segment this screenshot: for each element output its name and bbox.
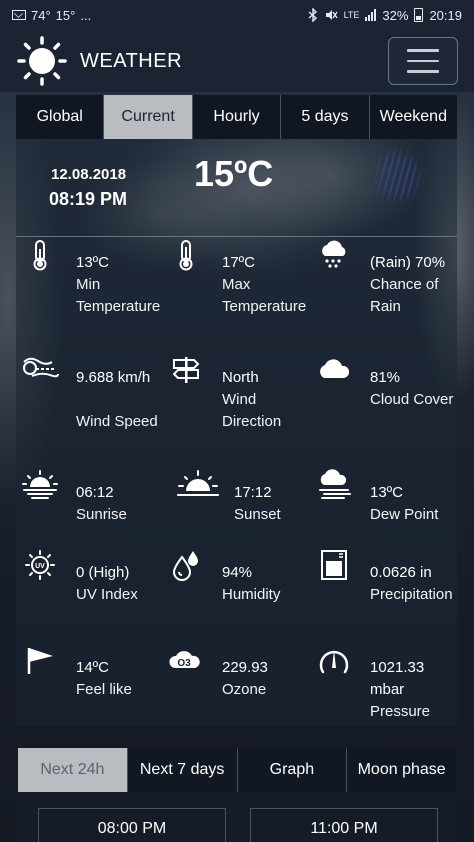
app-title: WEATHER (80, 49, 183, 72)
menu-bar (407, 70, 439, 73)
metric-pressure: 1021.33 mbar Pressure (314, 643, 454, 743)
bottom-tabs: Next 24h Next 7 days Graph Moon phase (18, 748, 456, 792)
menu-bar (407, 49, 439, 52)
tab-hourly[interactable]: Hourly (193, 95, 282, 139)
metric-wind-speed: 9.688 km/h Wind Speed (20, 353, 160, 453)
metric-value: 229.93 (222, 659, 268, 676)
hamburger-menu-button[interactable] (388, 37, 458, 85)
metric-value: 17:12 (234, 484, 272, 501)
metric-label: Dew Point (370, 506, 439, 523)
metric-min-temperature: 13ºC Min Temperature (20, 238, 160, 338)
metric-value: 13ºC (370, 484, 403, 501)
signpost-icon (166, 353, 206, 387)
metric-value: North (222, 369, 259, 386)
metric-label: UV Index (76, 586, 138, 603)
metric-chance-of-rain: (Rain) 70% Chance of Rain (314, 238, 454, 338)
metric-value: 94% (222, 564, 253, 581)
top-tabs: Global Current Hourly 5 days Weekend (16, 95, 457, 139)
metric-label: Min Temperature (76, 276, 161, 315)
hourly-strip: 08:00 PM 11:00 PM (18, 792, 456, 842)
hour-time: 08:00 PM (97, 819, 167, 837)
ozone-icon: O3 (166, 643, 206, 677)
metric-precipitation: 0.0626 in Precipitation (314, 548, 454, 648)
metric-label: Precipitation (370, 586, 453, 603)
battery-icon (414, 8, 424, 22)
metric-label: Sunrise (76, 506, 127, 523)
menu-bar (407, 59, 439, 63)
metric-humidity: 94% Humidity (166, 548, 306, 648)
metric-value: 81% (370, 369, 401, 386)
current-header: 12.08.2018 08:19 PM 15ºC (16, 139, 457, 237)
current-time: 08:19 PM (49, 189, 128, 209)
mail-icon (12, 10, 26, 20)
fog-cloud-icon (314, 468, 354, 502)
cloud-icon (314, 353, 354, 387)
tab-current[interactable]: Current (104, 95, 193, 139)
battery-percent: 32% (382, 7, 409, 23)
tab-next-24h[interactable]: Next 24h (18, 748, 128, 792)
status-temp-2: 15° (55, 7, 76, 23)
uv-sun-icon: UV (20, 548, 60, 582)
current-temperature: 15ºC (194, 153, 274, 194)
metric-cloud-cover: 81% Cloud Cover (314, 353, 454, 453)
status-bar: 74° 15° ... LTE 32% 20:19 (0, 0, 474, 30)
svg-text:O3: O3 (177, 658, 191, 669)
metric-uv-index: UV 0 (High) UV Index (20, 548, 160, 648)
tab-weekend[interactable]: Weekend (370, 95, 457, 139)
current-date: 12.08.2018 (51, 166, 127, 183)
metric-label: Ozone (222, 681, 267, 698)
droplets-icon (166, 548, 206, 582)
metric-label: Wind Direction (222, 391, 282, 430)
flag-icon (20, 643, 60, 677)
signal-icon (365, 9, 377, 21)
metric-label: Cloud Cover (370, 391, 454, 408)
status-dots: ... (80, 7, 92, 23)
metric-label: Humidity (222, 586, 281, 603)
mute-icon (324, 8, 338, 22)
tab-5-days[interactable]: 5 days (281, 95, 370, 139)
sunrise-icon (20, 468, 60, 502)
metric-value: 0 (High) (76, 564, 130, 581)
metric-value: 06:12 (76, 484, 114, 501)
metric-value: 17ºC (222, 254, 255, 271)
metric-value: 9.688 km/h (76, 369, 151, 386)
thermometer-icon (166, 238, 206, 272)
metric-ozone: O3 229.93 Ozone (166, 643, 306, 743)
wind-icon (20, 353, 60, 387)
tab-moon-phase[interactable]: Moon phase (347, 748, 456, 792)
metric-value: (Rain) 70% (370, 254, 446, 271)
hour-card[interactable]: 08:00 PM (38, 808, 226, 842)
metric-label: Feel like (76, 681, 132, 698)
tab-graph[interactable]: Graph (238, 748, 348, 792)
metric-value: 0.0626 in (370, 564, 432, 581)
network-type: LTE (343, 9, 360, 20)
hour-card[interactable]: 11:00 PM (250, 808, 438, 842)
metric-label: Pressure (370, 703, 431, 720)
metric-label: Max Temperature (222, 276, 307, 315)
gauge-icon (314, 643, 354, 677)
metric-value: 14ºC (76, 659, 109, 676)
hour-time: 11:00 PM (310, 819, 378, 837)
status-time: 20:19 (429, 7, 462, 23)
tab-global[interactable]: Global (16, 95, 105, 139)
metric-feel-like: 14ºC Feel like (20, 643, 160, 743)
metric-label: Chance of Rain (370, 276, 439, 315)
bluetooth-icon (308, 8, 318, 22)
current-weather-panel: Global Current Hourly 5 days Weekend 12.… (16, 95, 457, 725)
tab-next-7-days[interactable]: Next 7 days (128, 748, 238, 792)
metric-value: 1021.33 mbar (370, 659, 425, 698)
rain-cloud-icon (314, 238, 354, 272)
rain-gauge-icon (314, 548, 354, 582)
metric-wind-direction: North Wind Direction (166, 353, 306, 453)
metric-max-temperature: 17ºC Max Temperature (166, 238, 306, 338)
metric-label: Wind Speed (76, 413, 158, 430)
metric-value: 13ºC (76, 254, 109, 271)
metric-label: Sunset (234, 506, 281, 523)
sun-logo-icon (16, 35, 68, 87)
thermometer-icon (20, 238, 60, 272)
sunset-icon (176, 468, 220, 502)
status-temp-1: 74° (31, 7, 51, 23)
svg-text:UV: UV (35, 563, 45, 570)
app-bar: WEATHER (0, 30, 474, 92)
